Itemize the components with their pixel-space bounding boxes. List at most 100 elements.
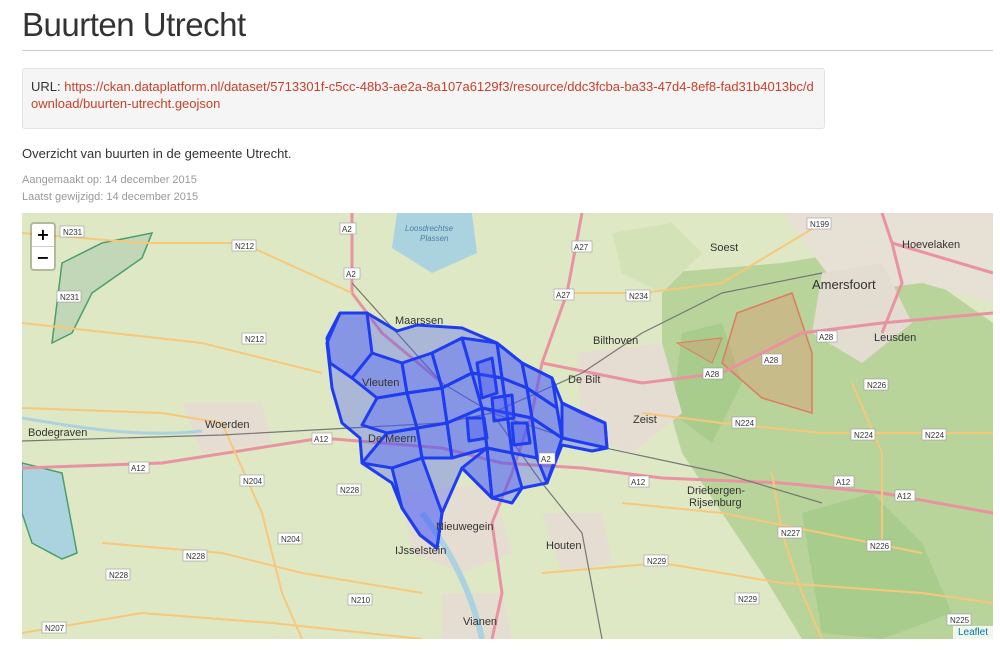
svg-text:A27: A27	[556, 291, 571, 300]
place-label-ijsselstein: IJsselstein	[395, 545, 446, 557]
svg-text:N204: N204	[281, 535, 301, 544]
svg-text:N204: N204	[243, 477, 263, 486]
place-label-vianen: Vianen	[463, 616, 497, 628]
svg-text:N224: N224	[854, 431, 874, 440]
svg-text:A28: A28	[764, 356, 779, 365]
road-shield: A12	[311, 432, 333, 445]
svg-text:N199: N199	[810, 220, 830, 229]
svg-text:A2: A2	[346, 270, 356, 279]
place-label-houten: Houten	[546, 540, 581, 552]
road-shield: A28	[761, 353, 783, 366]
place-label-rijsenburg: Rijsenburg	[689, 497, 742, 509]
road-shield: N227	[777, 526, 803, 539]
svg-text:N229: N229	[647, 557, 667, 566]
road-shield: N224	[850, 428, 876, 441]
url-label: URL:	[31, 79, 61, 94]
road-shield: N199	[806, 217, 832, 230]
road-shield: N229	[734, 592, 760, 605]
place-label-de-meern: De Meern	[368, 433, 416, 445]
road-shield: A2	[343, 267, 361, 280]
svg-text:N234: N234	[629, 292, 649, 301]
road-shield: A2	[339, 222, 357, 235]
svg-text:N224: N224	[925, 431, 945, 440]
road-shield: A12	[833, 475, 855, 488]
svg-text:N228: N228	[109, 571, 129, 580]
title-divider	[22, 50, 993, 51]
svg-text:N224: N224	[735, 419, 755, 428]
place-label-loosdrechtse: Loosdrechtse	[405, 224, 454, 233]
svg-text:N227: N227	[781, 529, 801, 538]
svg-text:A28: A28	[819, 333, 834, 342]
place-label-leusden: Leusden	[874, 332, 916, 344]
svg-text:N225: N225	[950, 616, 970, 625]
svg-text:N210: N210	[351, 596, 371, 605]
svg-text:N226: N226	[870, 542, 890, 551]
road-shield: N226	[863, 378, 889, 391]
svg-text:A12: A12	[897, 492, 912, 501]
zoom-out-button[interactable]: −	[32, 246, 54, 269]
created-date: Aangemaakt op: 14 december 2015	[22, 174, 197, 186]
neighbourhood[interactable]	[465, 416, 489, 443]
road-shield: A12	[894, 489, 916, 502]
road-shield: N226	[866, 539, 892, 552]
place-label-zeist: Zeist	[633, 414, 657, 426]
road-shield: N212	[231, 239, 257, 252]
svg-text:A12: A12	[631, 478, 646, 487]
place-label-bilthoven: Bilthoven	[593, 335, 638, 347]
road-shield: N212	[241, 332, 267, 345]
road-shield: N210	[347, 593, 373, 606]
road-shield: A28	[816, 330, 838, 343]
road-shield: A2	[538, 452, 556, 465]
place-label-vleuten: Vleuten	[362, 377, 399, 389]
svg-text:N228: N228	[340, 486, 360, 495]
road-shield: N204	[239, 474, 265, 487]
page-title: Buurten Utrecht	[22, 6, 246, 43]
leaflet-attribution[interactable]: Leaflet	[952, 626, 993, 639]
svg-text:N212: N212	[235, 242, 255, 251]
road-shield: A28	[702, 367, 724, 380]
svg-text:N231: N231	[63, 228, 83, 237]
road-shield: N224	[921, 428, 947, 441]
svg-text:A27: A27	[574, 243, 589, 252]
place-label-amersfoort: Amersfoort	[812, 277, 876, 292]
svg-text:N228: N228	[186, 552, 206, 561]
road-shield: N228	[182, 549, 208, 562]
road-shield: N231	[59, 225, 85, 238]
place-label-soest: Soest	[710, 242, 738, 254]
road-shield: N229	[643, 554, 669, 567]
url-box: URL: https://ckan.dataplatform.nl/datase…	[22, 68, 825, 129]
road-shield: N231	[56, 290, 82, 303]
road-shield: N228	[105, 568, 131, 581]
place-label-maarssen: Maarssen	[395, 315, 443, 327]
road-shield: N224	[731, 416, 757, 429]
place-label-bodegraven: Bodegraven	[28, 427, 87, 439]
svg-text:N207: N207	[45, 624, 65, 633]
road-shield: A27	[571, 240, 593, 253]
svg-text:N212: N212	[245, 335, 265, 344]
zoom-in-button[interactable]: +	[32, 224, 54, 246]
map[interactable]: Maarssen Vleuten De Meern Woerden Bodegr…	[22, 213, 993, 639]
neighbourhood[interactable]	[475, 356, 499, 400]
place-label-de-bilt: De Bilt	[568, 374, 600, 386]
svg-text:A12: A12	[314, 435, 329, 444]
svg-text:A2: A2	[541, 455, 551, 464]
road-shield: N228	[336, 483, 362, 496]
place-label-plassen: Plassen	[420, 234, 449, 243]
zoom-control: + −	[30, 222, 56, 271]
svg-text:A28: A28	[705, 370, 720, 379]
place-label-hoevelaken: Hoevelaken	[902, 239, 960, 251]
road-shield: A12	[628, 475, 650, 488]
dataset-description: Overzicht van buurten in de gemeente Utr…	[22, 146, 292, 161]
place-label-woerden: Woerden	[205, 419, 249, 431]
road-shield: N207	[41, 621, 67, 634]
neighbourhood[interactable]	[490, 393, 516, 423]
road-shield: N225	[946, 613, 972, 626]
place-label-nieuwegein: Nieuwegein	[436, 521, 493, 533]
road-shield: A27	[553, 288, 575, 301]
url-link[interactable]: https://ckan.dataplatform.nl/dataset/571…	[31, 79, 814, 111]
map-canvas[interactable]: Maarssen Vleuten De Meern Woerden Bodegr…	[22, 213, 993, 639]
svg-text:N231: N231	[60, 293, 80, 302]
road-shield: A12	[128, 461, 150, 474]
neighbourhood[interactable]	[510, 421, 532, 447]
svg-text:A12: A12	[131, 464, 146, 473]
